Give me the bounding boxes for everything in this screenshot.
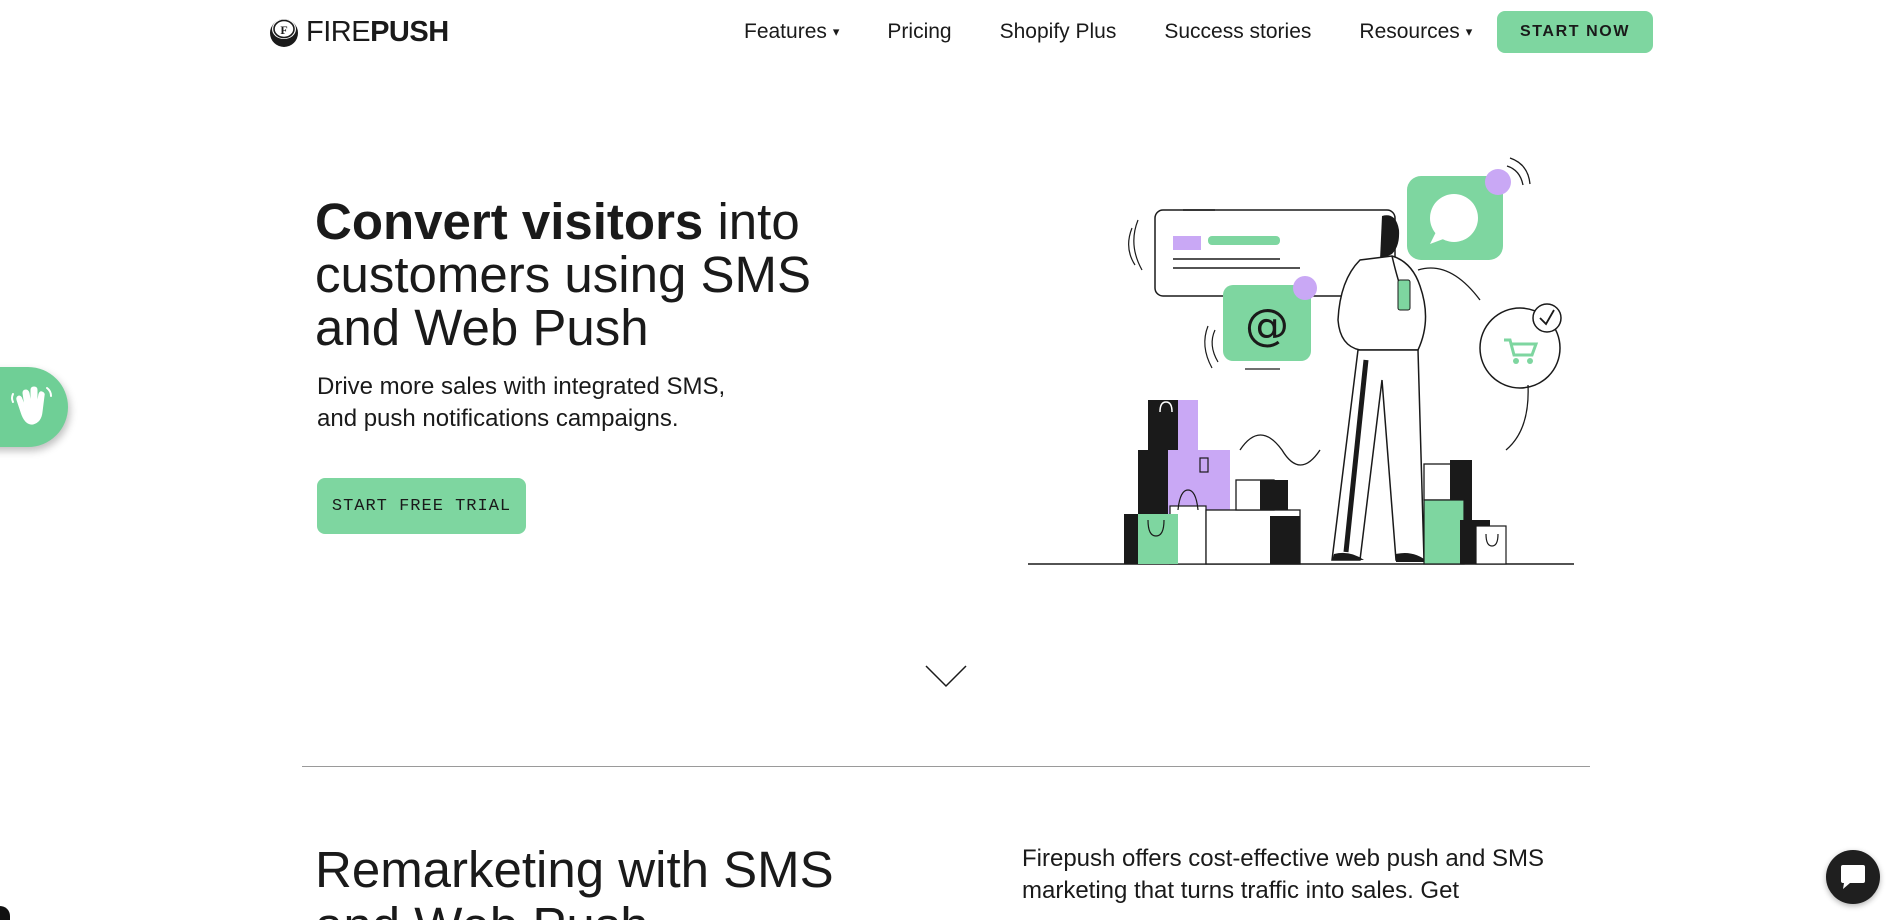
nav-pricing[interactable]: Pricing [887,20,951,44]
start-free-trial-button[interactable]: START FREE TRIAL [317,478,526,534]
nav-success-stories[interactable]: Success stories [1164,20,1311,44]
firepush-logo[interactable]: F FIREPUSH [268,16,449,48]
page: F FIREPUSH Features ▾ Pricing Shopify Plu… [0,0,1901,920]
svg-text:@: @ [1245,300,1289,351]
svg-text:F: F [280,23,287,37]
start-now-button[interactable]: START NOW [1497,11,1653,53]
caret-down-icon: ▾ [1465,24,1473,39]
remarketing-title: Remarketing with SMS and Web Push [315,841,834,920]
firepush-logo-icon: F [270,19,298,47]
site-header: F FIREPUSH Features ▾ Pricing Shopify Plu… [0,0,1901,66]
nav-resources[interactable]: Resources ▾ [1359,20,1472,44]
corner-decoration [0,906,10,920]
waving-hand-icon [11,386,52,425]
hero-illustration: @ [1028,157,1574,565]
main-nav: Features ▾ Pricing Shopify Plus Success s… [744,20,1472,44]
chevron-down-icon[interactable] [924,664,968,690]
chat-icon [1841,865,1865,889]
remarketing-text: Firepush offers cost-effective web push … [1022,845,1545,904]
chat-widget-button[interactable] [1826,850,1880,904]
waving-hand-button[interactable] [0,367,68,447]
hero-subtitle: Drive more sales with integrated SMS, an… [317,373,726,432]
hero-title: Convert visitors into customers using SM… [315,195,875,354]
logo-wordmark: FIREPUSH [306,16,449,48]
nav-features[interactable]: Features ▾ [744,20,839,44]
section-divider [302,766,1590,767]
caret-down-icon: ▾ [832,24,840,39]
hero-title-bold: Convert visitors [315,193,704,250]
nav-shopify-plus[interactable]: Shopify Plus [1000,20,1117,44]
